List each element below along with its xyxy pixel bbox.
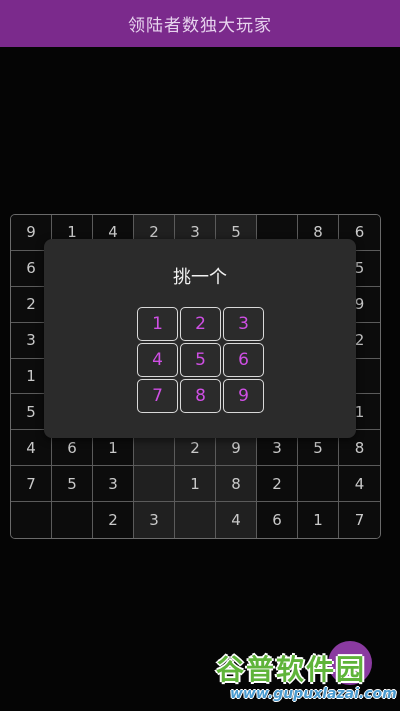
board-cell[interactable]: 3 [134,502,175,539]
number-option-button[interactable]: 3 [223,307,264,341]
board-cell[interactable] [175,502,216,539]
dialog-title: 挑一个 [173,267,227,288]
number-option-button[interactable]: 8 [180,379,221,413]
board-cell[interactable] [134,466,175,503]
board-cell[interactable]: 6 [257,502,298,539]
number-option-button[interactable]: 1 [137,307,178,341]
board-cell[interactable] [11,502,52,539]
number-option-button[interactable]: 4 [137,343,178,377]
board-cell[interactable]: 4 [216,502,257,539]
board-cell[interactable]: 3 [93,466,134,503]
board-cell[interactable]: 5 [52,466,93,503]
watermark: 谷普软件园 www.gupuxlazai.com [216,648,397,708]
board-cell[interactable]: 2 [93,502,134,539]
board-cell[interactable]: 1 [175,466,216,503]
number-option-button[interactable]: 6 [223,343,264,377]
board-cell[interactable] [52,502,93,539]
board-cell[interactable]: 7 [339,502,380,539]
board-cell[interactable]: 1 [298,502,339,539]
app-bar: 领陆者数独大玩家 [0,0,400,47]
watermark-logo-text: 谷普软件园 [216,653,367,686]
number-option-button[interactable]: 5 [180,343,221,377]
board-cell[interactable] [298,466,339,503]
number-option-button[interactable]: 9 [223,379,264,413]
watermark-url: www.gupuxlazai.com [230,686,397,702]
number-option-button[interactable]: 7 [137,379,178,413]
board-cell[interactable]: 7 [11,466,52,503]
number-option-button[interactable]: 2 [180,307,221,341]
app-title: 领陆者数独大玩家 [128,16,272,36]
number-picker-grid: 123 456 789 [137,307,264,413]
board-cell[interactable]: 2 [257,466,298,503]
number-picker-dialog: 挑一个 123 456 789 [44,239,356,438]
board-cell[interactable]: 8 [216,466,257,503]
board-cell[interactable]: 4 [339,466,380,503]
